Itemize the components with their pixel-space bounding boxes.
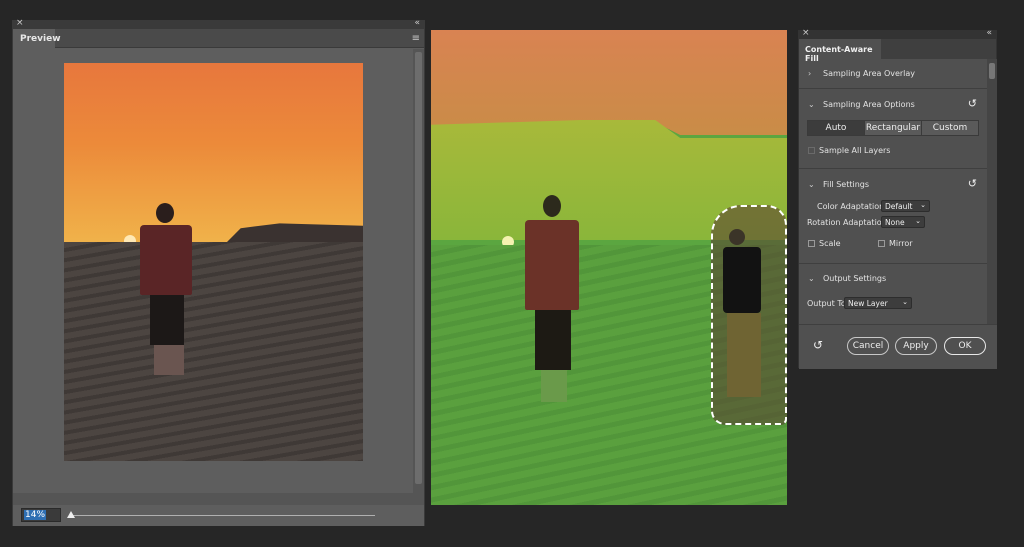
zoom-slider-thumb[interactable] <box>67 511 75 518</box>
chevron-down-icon[interactable]: ⌄ <box>808 274 815 283</box>
sampling-mode-segmented-control: Auto Rectangular Custom <box>807 120 979 136</box>
document-canvas[interactable] <box>431 30 787 505</box>
preview-panel: × « Preview ≡ 14% <box>12 18 425 526</box>
output-to-label: Output To <box>807 299 846 308</box>
caf-titlebar: × « <box>799 28 996 39</box>
selection-marquee[interactable] <box>711 205 787 425</box>
section-output-settings: ⌄ Output Settings Output To New Layer ⌄ <box>799 264 987 324</box>
section-label: Output Settings <box>823 274 887 283</box>
chevron-down-icon[interactable]: ⌄ <box>808 180 815 189</box>
section-label: Fill Settings <box>823 180 870 189</box>
caf-scrollbar[interactable] <box>987 59 997 324</box>
tab-preview[interactable]: Preview <box>13 29 61 48</box>
section-sampling-area-options: ⌄ Sampling Area Options ↺ Auto Rectangul… <box>799 89 987 169</box>
mode-rectangular-button[interactable]: Rectangular <box>865 121 922 135</box>
chevron-right-icon[interactable]: › <box>808 69 811 78</box>
mirror-label: Mirror <box>889 239 913 248</box>
sample-all-layers-label: Sample All Layers <box>819 146 891 155</box>
close-icon[interactable]: × <box>16 18 24 28</box>
reset-icon[interactable]: ↺ <box>968 97 977 110</box>
unsampled-sky-region <box>431 30 787 135</box>
content-aware-fill-panel: × « Content-Aware Fill › Sampling Area O… <box>798 28 997 369</box>
apply-button[interactable]: Apply <box>895 337 937 355</box>
preview-vertical-scrollbar[interactable] <box>413 49 424 493</box>
caf-tab-bar: Content-Aware Fill <box>799 39 996 63</box>
select-value: New Layer <box>848 299 888 308</box>
mode-custom-button[interactable]: Custom <box>922 121 978 135</box>
preview-zoom-bar: 14% <box>13 505 424 526</box>
mirror-checkbox[interactable] <box>878 240 885 247</box>
person-silhouette-main <box>521 195 581 405</box>
rotation-adaptation-label: Rotation Adaptation <box>807 218 887 227</box>
section-fill-settings: ⌄ Fill Settings ↺ Color Adaptation Defau… <box>799 169 987 264</box>
zoom-value: 14% <box>24 510 47 520</box>
scale-label: Scale <box>819 239 841 248</box>
section-label: Sampling Area Options <box>823 100 915 109</box>
section-label: Sampling Area Overlay <box>823 69 916 78</box>
ok-button[interactable]: OK <box>944 337 986 355</box>
reset-all-icon[interactable]: ↺ <box>813 338 823 352</box>
chevron-down-icon: ⌄ <box>915 217 921 225</box>
section-sampling-area-overlay[interactable]: › Sampling Area Overlay <box>799 59 987 89</box>
select-value: None <box>885 218 905 227</box>
preview-photo <box>64 63 363 461</box>
preview-tab-bar: Preview ≡ <box>13 29 424 48</box>
reset-icon[interactable]: ↺ <box>968 177 977 190</box>
preview-panel-titlebar: × « <box>13 18 424 29</box>
color-adaptation-select[interactable]: Default ⌄ <box>881 200 930 212</box>
select-value: Default <box>885 202 913 211</box>
color-adaptation-label: Color Adaptation <box>817 202 885 211</box>
chevron-down-icon: ⌄ <box>920 201 926 209</box>
mode-auto-button[interactable]: Auto <box>808 121 865 135</box>
collapse-icon[interactable]: « <box>986 28 992 38</box>
tab-content-aware-fill[interactable]: Content-Aware Fill <box>799 39 881 63</box>
chevron-down-icon[interactable]: ⌄ <box>808 100 815 109</box>
sample-all-layers-checkbox[interactable] <box>808 147 815 154</box>
scale-checkbox[interactable] <box>808 240 815 247</box>
zoom-slider-track[interactable] <box>69 515 375 516</box>
person-silhouette <box>136 203 196 378</box>
hamburger-menu-icon[interactable]: ≡ <box>412 33 420 44</box>
collapse-icon[interactable]: « <box>414 18 420 28</box>
preview-horizontal-scrollbar[interactable] <box>13 493 424 505</box>
caf-footer: ↺ Cancel Apply OK <box>799 324 997 369</box>
cancel-button[interactable]: Cancel <box>847 337 889 355</box>
caf-body: › Sampling Area Overlay ⌄ Sampling Area … <box>799 59 987 369</box>
preview-image-area[interactable] <box>13 49 413 493</box>
output-to-select[interactable]: New Layer ⌄ <box>844 297 912 309</box>
rotation-adaptation-select[interactable]: None ⌄ <box>881 216 925 228</box>
zoom-input[interactable]: 14% <box>21 508 61 522</box>
chevron-down-icon: ⌄ <box>902 298 908 306</box>
close-icon[interactable]: × <box>802 28 810 38</box>
